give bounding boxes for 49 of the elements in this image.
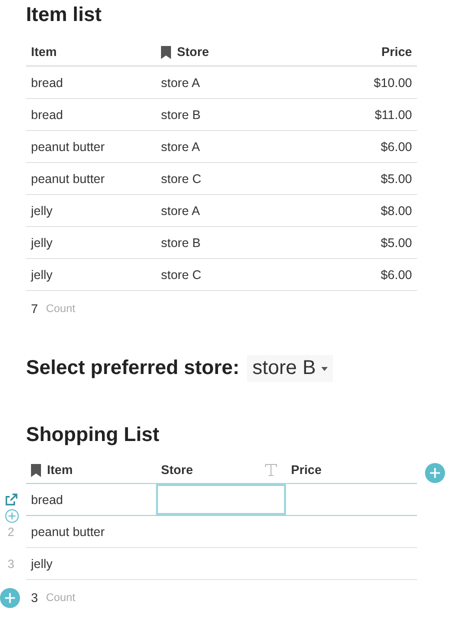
table-cell: jelly — [31, 236, 53, 250]
table-cell: $11.00 — [374, 108, 412, 122]
insert-row-icon[interactable] — [5, 509, 19, 523]
select-label: Select preferred store: — [26, 357, 240, 380]
row-count: 3 — [31, 591, 38, 605]
bookmark-icon — [31, 464, 41, 476]
table-cell: $6.00 — [380, 268, 412, 282]
table-cell: peanut butter — [31, 524, 105, 538]
caret-icon — [320, 366, 328, 370]
table-cell: $8.00 — [380, 204, 412, 218]
add-row-button[interactable] — [0, 588, 20, 608]
text-type-icon[interactable] — [265, 464, 277, 476]
table-cell: store B — [161, 236, 201, 250]
selected-cell[interactable] — [156, 484, 286, 515]
table-cell: store A — [161, 76, 200, 90]
table-cell: $6.00 — [380, 140, 412, 154]
section-title: Shopping List — [26, 424, 160, 447]
table-cell: jelly — [31, 268, 53, 282]
table-cell: bread — [31, 108, 63, 122]
table-cell: $5.00 — [380, 236, 412, 250]
table-cell: peanut butter — [31, 172, 105, 186]
open-icon[interactable] — [4, 493, 18, 506]
table-cell: bread — [31, 492, 63, 506]
column-header[interactable]: Store — [161, 463, 193, 477]
column-header[interactable]: Price — [381, 45, 412, 59]
table-cell: store B — [161, 108, 201, 122]
count-label: Count — [46, 303, 76, 315]
table-cell: peanut butter — [31, 140, 105, 154]
table-cell: store C — [161, 172, 202, 186]
section-title: Item list — [26, 4, 103, 27]
row-number: 3 — [8, 556, 14, 570]
add-column-button[interactable] — [425, 463, 445, 483]
table-cell: store C — [161, 268, 202, 282]
column-header[interactable]: Store — [177, 45, 209, 59]
count-label: Count — [46, 592, 76, 604]
column-header[interactable]: Price — [291, 463, 322, 477]
store-dropdown[interactable]: store B — [247, 355, 333, 382]
column-header[interactable]: Item — [31, 45, 57, 59]
row-count: 7 — [31, 302, 38, 316]
table-cell: jelly — [31, 556, 53, 570]
table-cell: store A — [161, 204, 200, 218]
table-cell: store A — [161, 140, 200, 154]
table-cell: bread — [31, 76, 63, 90]
table-cell: jelly — [31, 204, 53, 218]
bookmark-icon — [161, 46, 171, 58]
column-header[interactable]: Item — [47, 463, 73, 477]
table-cell: $5.00 — [380, 172, 412, 186]
table-cell: $10.00 — [374, 76, 412, 90]
row-number: 2 — [8, 524, 14, 538]
